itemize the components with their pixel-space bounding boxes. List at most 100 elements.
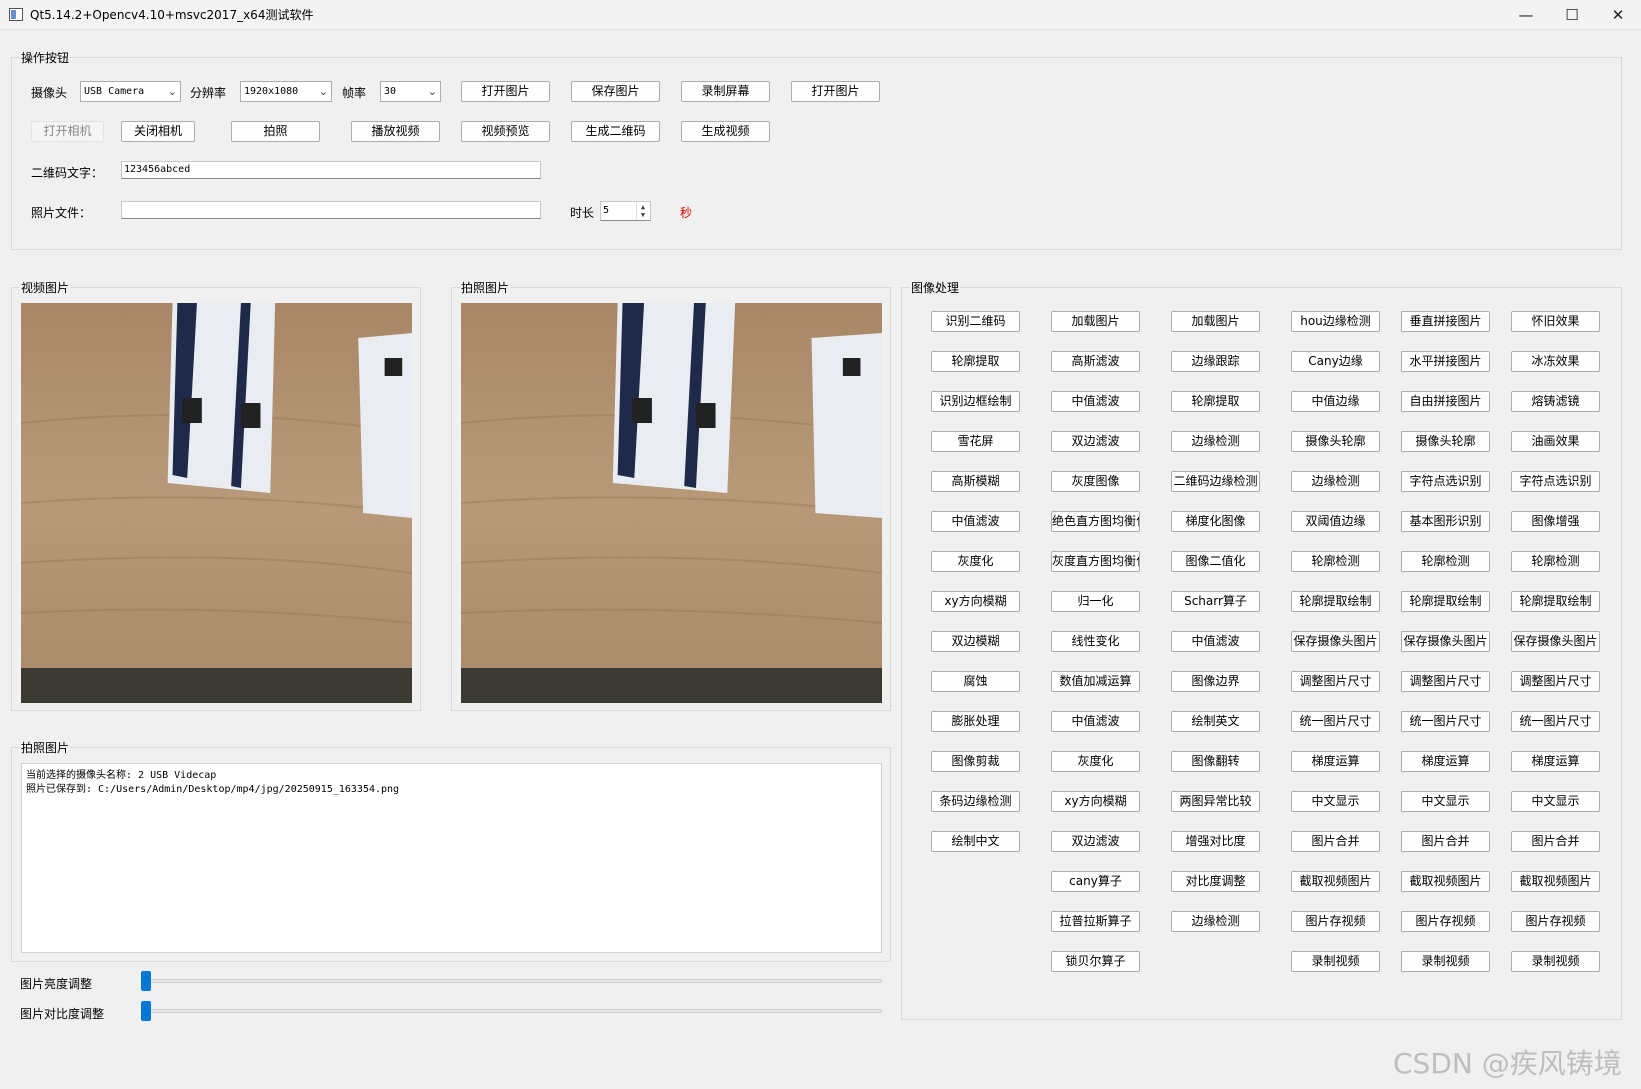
processing-button[interactable]: 冰冻效果 (1511, 351, 1600, 372)
processing-button[interactable]: 图片存视频 (1291, 911, 1380, 932)
processing-button[interactable]: 识别边框绘制 (931, 391, 1020, 412)
processing-button[interactable]: 锁贝尔算子 (1051, 951, 1140, 972)
processing-button[interactable]: 中值滤波 (1051, 711, 1140, 732)
processing-button[interactable]: 图片存视频 (1401, 911, 1490, 932)
processing-button[interactable]: 图片存视频 (1511, 911, 1600, 932)
maximize-button[interactable]: ☐ (1549, 0, 1595, 30)
processing-button[interactable]: 截取视频图片 (1401, 871, 1490, 892)
processing-button[interactable]: 梯度运算 (1401, 751, 1490, 772)
processing-button[interactable]: 中值滤波 (1051, 391, 1140, 412)
processing-button[interactable]: 图片合并 (1401, 831, 1490, 852)
log-textarea[interactable]: 当前选择的摄像头名称: 2 USB Videcap 照片已保存到: C:/User… (21, 763, 882, 953)
processing-button[interactable]: 中值滤波 (1171, 631, 1260, 652)
processing-button[interactable]: 图片合并 (1511, 831, 1600, 852)
processing-button[interactable]: 图像剪裁 (931, 751, 1020, 772)
processing-button[interactable]: cany算子 (1051, 871, 1140, 892)
processing-button[interactable]: 增强对比度 (1171, 831, 1260, 852)
processing-button[interactable]: 边缘检测 (1171, 431, 1260, 452)
processing-button[interactable]: 录制视频 (1291, 951, 1380, 972)
close-camera-button[interactable]: 关闭相机 (121, 121, 195, 142)
duration-spinbox[interactable]: 5 ▲ ▼ (600, 201, 651, 221)
processing-button[interactable]: 边缘跟踪 (1171, 351, 1260, 372)
processing-button[interactable]: 保存摄像头图片 (1291, 631, 1380, 652)
processing-button[interactable]: 梯度运算 (1291, 751, 1380, 772)
processing-button[interactable]: 梯度化图像 (1171, 511, 1260, 532)
processing-button[interactable]: 统一图片尺寸 (1401, 711, 1490, 732)
processing-button[interactable]: 保存摄像头图片 (1511, 631, 1600, 652)
processing-button[interactable]: 加载图片 (1171, 311, 1260, 332)
processing-button[interactable]: 图片合并 (1291, 831, 1380, 852)
processing-button[interactable]: 图像二值化 (1171, 551, 1260, 572)
processing-button[interactable]: 字符点选识别 (1401, 471, 1490, 492)
processing-button[interactable]: 灰度直方图均衡化 (1051, 551, 1140, 572)
processing-button[interactable]: 灰度化 (931, 551, 1020, 572)
resolution-select[interactable]: 1920x1080 ⌄ (240, 81, 332, 102)
fps-select[interactable]: 30 ⌄ (380, 81, 441, 102)
processing-button[interactable]: 加载图片 (1051, 311, 1140, 332)
processing-button[interactable]: 两图异常比较 (1171, 791, 1260, 812)
processing-button[interactable]: 中值滤波 (931, 511, 1020, 532)
processing-button[interactable]: 录制视频 (1401, 951, 1490, 972)
processing-button[interactable]: 轮廓提取绘制 (1511, 591, 1600, 612)
processing-button[interactable]: 统一图片尺寸 (1291, 711, 1380, 732)
processing-button[interactable]: 基本图形识别 (1401, 511, 1490, 532)
processing-button[interactable]: 边缘检测 (1291, 471, 1380, 492)
close-button[interactable]: ✕ (1595, 0, 1641, 30)
processing-button[interactable]: 轮廓检测 (1511, 551, 1600, 572)
generate-video-button[interactable]: 生成视频 (681, 121, 770, 142)
processing-button[interactable]: 截取视频图片 (1511, 871, 1600, 892)
processing-button[interactable]: hou边缘检测 (1291, 311, 1380, 332)
processing-button[interactable]: 灰度图像 (1051, 471, 1140, 492)
processing-button[interactable]: 轮廓检测 (1291, 551, 1380, 572)
processing-button[interactable]: 高斯模糊 (931, 471, 1020, 492)
processing-button[interactable]: 轮廓提取 (1171, 391, 1260, 412)
processing-button[interactable]: 识别二维码 (931, 311, 1020, 332)
processing-button[interactable]: 轮廓提取绘制 (1401, 591, 1490, 612)
processing-button[interactable]: 油画效果 (1511, 431, 1600, 452)
processing-button[interactable]: 自由拼接图片 (1401, 391, 1490, 412)
processing-button[interactable]: 图像增强 (1511, 511, 1600, 532)
processing-button[interactable]: 熔铸滤镜 (1511, 391, 1600, 412)
processing-button[interactable]: 腐蚀 (931, 671, 1020, 692)
processing-button[interactable]: 摄像头轮廓 (1291, 431, 1380, 452)
processing-button[interactable]: 边缘检测 (1171, 911, 1260, 932)
processing-button[interactable]: 中文显示 (1401, 791, 1490, 812)
photo-file-input[interactable] (121, 201, 541, 219)
processing-button[interactable]: xy方向模糊 (1051, 791, 1140, 812)
processing-button[interactable]: 调整图片尺寸 (1401, 671, 1490, 692)
spin-down-icon[interactable]: ▼ (636, 211, 649, 219)
contrast-slider-track[interactable] (141, 1009, 882, 1013)
processing-button[interactable]: 拉普拉斯算子 (1051, 911, 1140, 932)
processing-button[interactable]: 绝色直方图均衡化 (1051, 511, 1140, 532)
processing-button[interactable]: 对比度调整 (1171, 871, 1260, 892)
processing-button[interactable]: 双阈值边缘 (1291, 511, 1380, 532)
processing-button[interactable]: 中文显示 (1291, 791, 1380, 812)
processing-button[interactable]: 调整图片尺寸 (1291, 671, 1380, 692)
qr-text-input[interactable]: 123456abced (121, 161, 541, 179)
processing-button[interactable]: 膨胀处理 (931, 711, 1020, 732)
brightness-slider-track[interactable] (141, 979, 882, 983)
processing-button[interactable]: 线性变化 (1051, 631, 1140, 652)
processing-button[interactable]: 双边滤波 (1051, 831, 1140, 852)
generate-qrcode-button[interactable]: 生成二维码 (571, 121, 660, 142)
processing-button[interactable]: 摄像头轮廓 (1401, 431, 1490, 452)
processing-button[interactable]: 灰度化 (1051, 751, 1140, 772)
processing-button[interactable]: 轮廓提取 (931, 351, 1020, 372)
processing-button[interactable]: 条码边缘检测 (931, 791, 1020, 812)
video-preview-button[interactable]: 视频预览 (461, 121, 550, 142)
processing-button[interactable]: 垂直拼接图片 (1401, 311, 1490, 332)
contrast-slider-handle[interactable] (141, 1001, 151, 1021)
processing-button[interactable]: 双边模糊 (931, 631, 1020, 652)
open-image-button-2[interactable]: 打开图片 (791, 81, 880, 102)
record-screen-button[interactable]: 录制屏幕 (681, 81, 770, 102)
processing-button[interactable]: 中值边缘 (1291, 391, 1380, 412)
play-video-button[interactable]: 播放视频 (351, 121, 440, 142)
processing-button[interactable]: 双边滤波 (1051, 431, 1140, 452)
processing-button[interactable]: 数值加减运算 (1051, 671, 1140, 692)
processing-button[interactable]: 雪花屏 (931, 431, 1020, 452)
minimize-button[interactable]: — (1503, 0, 1549, 30)
save-image-button[interactable]: 保存图片 (571, 81, 660, 102)
processing-button[interactable]: xy方向模糊 (931, 591, 1020, 612)
processing-button[interactable]: 水平拼接图片 (1401, 351, 1490, 372)
processing-button[interactable]: 截取视频图片 (1291, 871, 1380, 892)
